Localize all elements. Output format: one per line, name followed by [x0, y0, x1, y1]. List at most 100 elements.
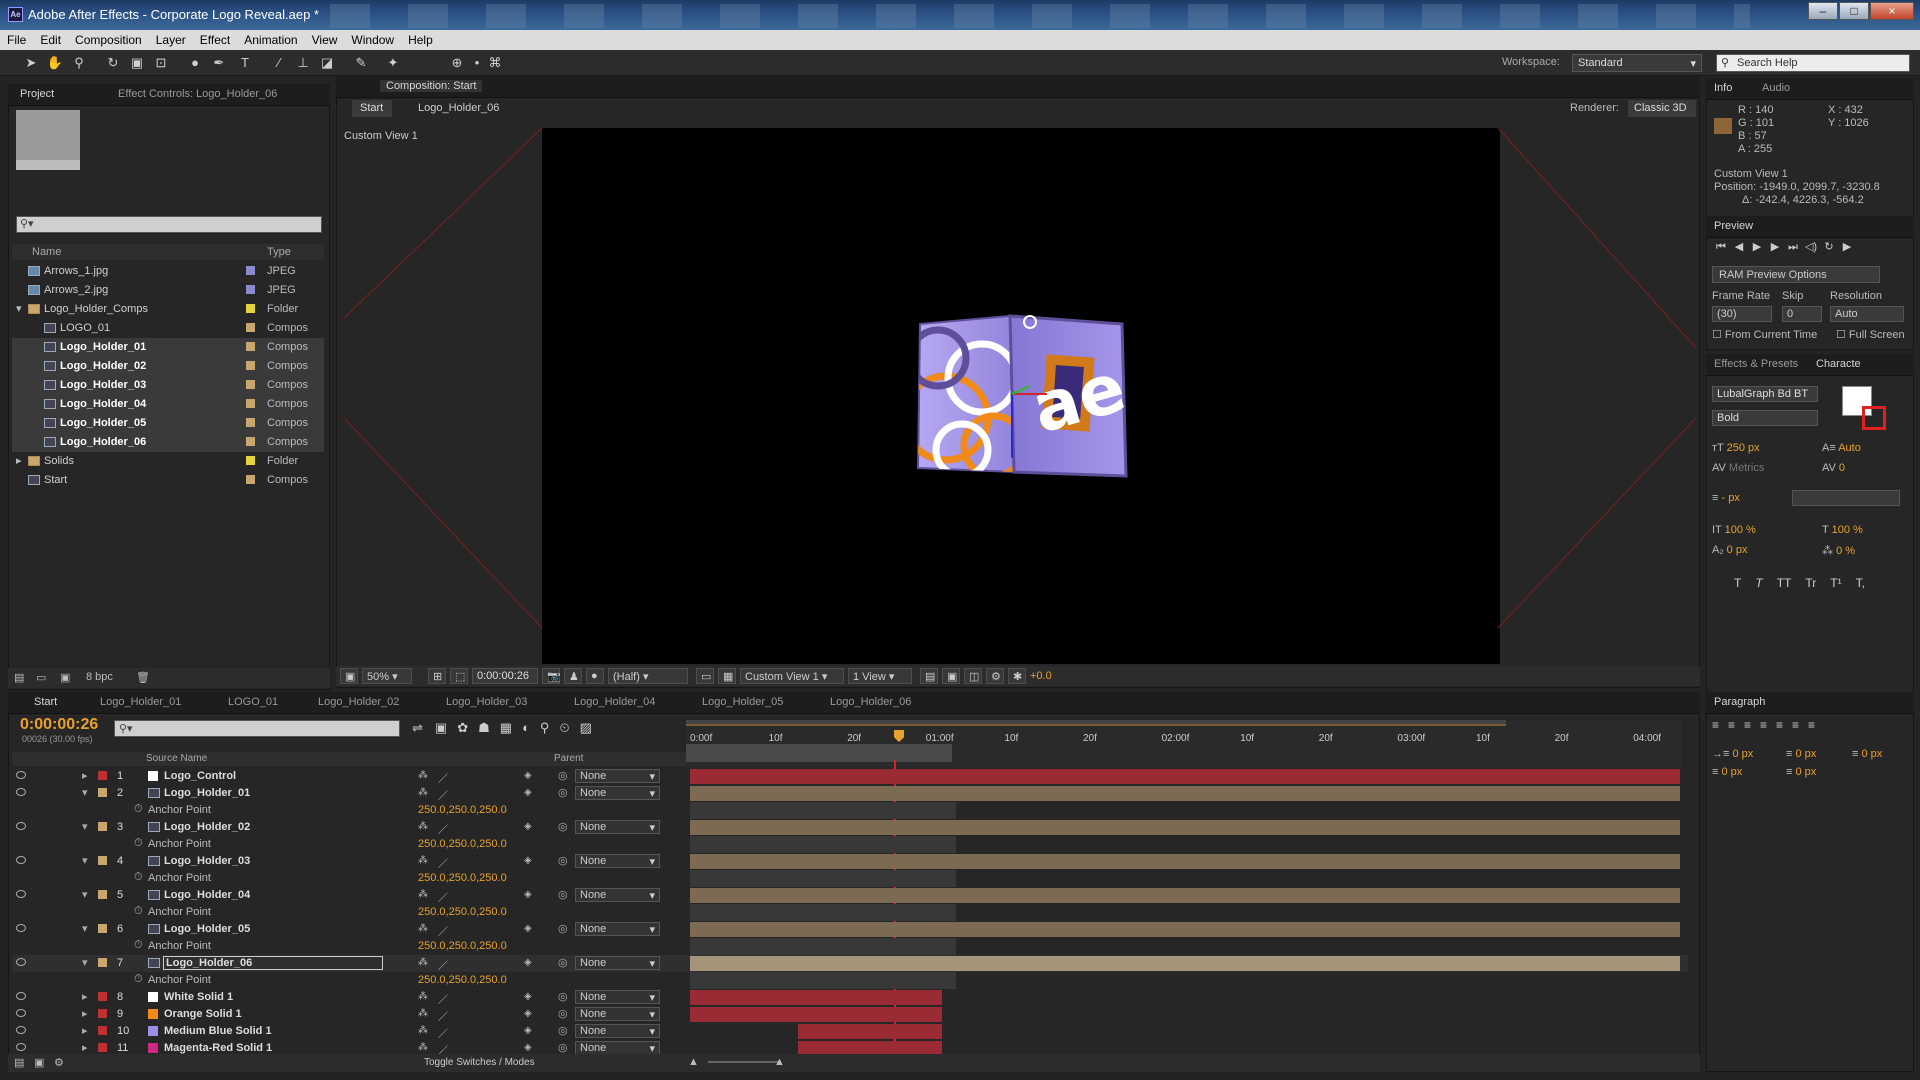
- 3d-layer-switch-icon[interactable]: ◈: [524, 1008, 534, 1019]
- pick-whip-icon[interactable]: ◎: [558, 922, 568, 935]
- fast-previews-icon[interactable]: ▭: [696, 668, 714, 684]
- tab-timeline-logo-holder-03[interactable]: Logo_Holder_03: [446, 696, 527, 708]
- menu-layer[interactable]: Layer: [149, 30, 193, 47]
- from-current-time-checkbox[interactable]: ☐ From Current Time: [1712, 328, 1817, 341]
- layer-name[interactable]: White Solid 1: [164, 991, 233, 1003]
- hand-tool-icon[interactable]: ✋: [46, 54, 64, 72]
- tab-paragraph[interactable]: Paragraph: [1714, 696, 1765, 708]
- label-color-swatch[interactable]: [246, 475, 255, 484]
- shy-switch-icon[interactable]: ⁂: [418, 923, 428, 934]
- magnification-select[interactable]: 50% ▾: [362, 668, 412, 684]
- transparency-grid-icon[interactable]: ▦: [718, 668, 736, 684]
- stopwatch-icon[interactable]: ⏱: [134, 973, 143, 986]
- bpc-label[interactable]: 8 bpc: [86, 671, 113, 683]
- quality-switch-icon[interactable]: ／: [438, 1042, 448, 1057]
- 3d-layer-switch-icon[interactable]: ◈: [524, 889, 534, 900]
- layer-row[interactable]: ▸ 1 Logo_Control ⁂ ／ ◈ ◎ None ▾: [12, 768, 1688, 785]
- superscript-button[interactable]: T¹: [1830, 576, 1841, 590]
- quality-switch-icon[interactable]: ／: [438, 821, 448, 836]
- menu-file[interactable]: File: [0, 30, 33, 47]
- work-area-bar[interactable]: [686, 720, 1506, 726]
- layer-row[interactable]: ▾ 7 Logo_Holder_06 ⁂ ／ ◈ ◎ None ▾: [12, 955, 1688, 972]
- layer-row[interactable]: ▸ 10 Medium Blue Solid 1 ⁂ ／ ◈ ◎ None ▾: [12, 1023, 1688, 1040]
- chevron-down-icon[interactable]: ▾: [82, 854, 88, 867]
- expand-modes-icon[interactable]: ▣: [34, 1056, 44, 1069]
- type-tool-icon[interactable]: T: [236, 54, 254, 72]
- world-axis-icon[interactable]: •: [468, 54, 486, 72]
- chevron-right-icon[interactable]: ▸: [82, 990, 88, 1003]
- expand-layer-switches-icon[interactable]: ▤: [14, 1056, 24, 1069]
- auto-keyframe-icon[interactable]: ⏲: [559, 720, 569, 735]
- chevron-down-icon[interactable]: ▾: [82, 922, 88, 935]
- subscript-button[interactable]: T,: [1856, 576, 1865, 590]
- parent-select[interactable]: None ▾: [575, 1041, 660, 1055]
- shy-switch-icon[interactable]: ⁂: [418, 1025, 428, 1036]
- menu-effect[interactable]: Effect: [193, 30, 237, 47]
- parent-select[interactable]: None ▾: [575, 820, 660, 834]
- parent-select[interactable]: None ▾: [575, 854, 660, 868]
- play-icon[interactable]: ▶: [1748, 240, 1766, 253]
- property-value[interactable]: 250.0,250.0,250.0: [418, 940, 507, 952]
- project-item[interactable]: Arrows_2.jpg JPEG: [12, 281, 324, 300]
- tab-preview[interactable]: Preview: [1714, 220, 1753, 232]
- loop-icon[interactable]: ↻: [1820, 240, 1838, 253]
- visibility-eye-icon[interactable]: [16, 1009, 26, 1017]
- tab-composition-start[interactable]: Composition: Start: [380, 80, 483, 92]
- stopwatch-icon[interactable]: ⏱: [134, 905, 143, 918]
- project-item[interactable]: Logo_Holder_04 Compos: [12, 395, 324, 414]
- menu-composition[interactable]: Composition: [68, 30, 149, 47]
- visibility-eye-icon[interactable]: [16, 1043, 26, 1051]
- shy-switch-icon[interactable]: ⁂: [418, 770, 428, 781]
- layer-name[interactable]: Logo_Holder_01: [164, 787, 250, 799]
- shy-switch-icon[interactable]: ⁂: [418, 855, 428, 866]
- shy-switch-icon[interactable]: ⁂: [418, 957, 428, 968]
- chevron-right-icon[interactable]: ▸: [82, 1024, 88, 1037]
- chevron-right-icon[interactable]: ▸: [82, 769, 88, 782]
- tab-timeline-logo-holder-02[interactable]: Logo_Holder_02: [318, 696, 399, 708]
- font-size-field[interactable]: ᴛT 250 px: [1712, 442, 1760, 454]
- label-color-swatch[interactable]: [98, 1043, 107, 1052]
- parent-select[interactable]: None ▾: [575, 956, 660, 970]
- brainstorm-icon[interactable]: ⚲: [540, 720, 550, 735]
- ram-preview-options-select[interactable]: RAM Preview Options: [1712, 266, 1880, 283]
- shape-tool-icon[interactable]: ●: [186, 54, 204, 72]
- layer-name[interactable]: Logo_Holder_06: [162, 956, 384, 970]
- project-item[interactable]: Logo_Holder_05 Compos: [12, 414, 324, 433]
- indent-left-field[interactable]: →≡ 0 px: [1712, 748, 1753, 760]
- motion-blur-icon[interactable]: ◐: [522, 720, 530, 735]
- kerning-field[interactable]: AV Metrics: [1712, 462, 1764, 474]
- project-item[interactable]: Logo_Holder_02 Compos: [12, 357, 324, 376]
- visibility-eye-icon[interactable]: [16, 924, 26, 932]
- chevron-right-icon[interactable]: ▸: [82, 1041, 88, 1054]
- layer-row[interactable]: ▸ 9 Orange Solid 1 ⁂ ／ ◈ ◎ None ▾: [12, 1006, 1688, 1023]
- shy-switch-icon[interactable]: ⁂: [418, 821, 428, 832]
- layer-duration-bar[interactable]: [690, 769, 1680, 784]
- full-screen-checkbox[interactable]: ☐ Full Screen: [1836, 328, 1905, 341]
- property-value[interactable]: 250.0,250.0,250.0: [418, 974, 507, 986]
- layer-row[interactable]: ▾ 4 Logo_Holder_03 ⁂ ／ ◈ ◎ None ▾: [12, 853, 1688, 870]
- tab-timeline-start[interactable]: Start: [34, 696, 57, 708]
- stroke-color-swatch[interactable]: [1862, 406, 1886, 430]
- layer-duration-bar[interactable]: [690, 922, 1680, 937]
- parent-select[interactable]: None ▾: [575, 769, 660, 783]
- 3d-layer-switch-icon[interactable]: ◈: [524, 1025, 534, 1036]
- first-frame-icon[interactable]: ⏮: [1712, 241, 1730, 254]
- layer-name[interactable]: Logo_Holder_03: [164, 855, 250, 867]
- horizontal-scale-field[interactable]: T 100 %: [1822, 524, 1863, 536]
- project-item[interactable]: Logo_Holder_03 Compos: [12, 376, 324, 395]
- view-layout-select[interactable]: 1 View ▾: [848, 668, 912, 684]
- 3d-layer-switch-icon[interactable]: ◈: [524, 957, 534, 968]
- quality-switch-icon[interactable]: ／: [438, 889, 448, 904]
- zoom-out-icon[interactable]: ▲: [688, 1056, 699, 1068]
- shy-switch-icon[interactable]: ⁂: [418, 889, 428, 900]
- quality-switch-icon[interactable]: ／: [438, 991, 448, 1006]
- label-color-swatch[interactable]: [98, 788, 107, 797]
- label-color-swatch[interactable]: [246, 418, 255, 427]
- label-color-swatch[interactable]: [98, 1026, 107, 1035]
- property-value[interactable]: 250.0,250.0,250.0: [418, 872, 507, 884]
- layer-duration-bar[interactable]: [690, 990, 942, 1005]
- layer-duration-bar[interactable]: [798, 1024, 942, 1039]
- property-value[interactable]: 250.0,250.0,250.0: [418, 804, 507, 816]
- label-color-swatch[interactable]: [98, 924, 107, 933]
- project-item[interactable]: Start Compos: [12, 471, 324, 490]
